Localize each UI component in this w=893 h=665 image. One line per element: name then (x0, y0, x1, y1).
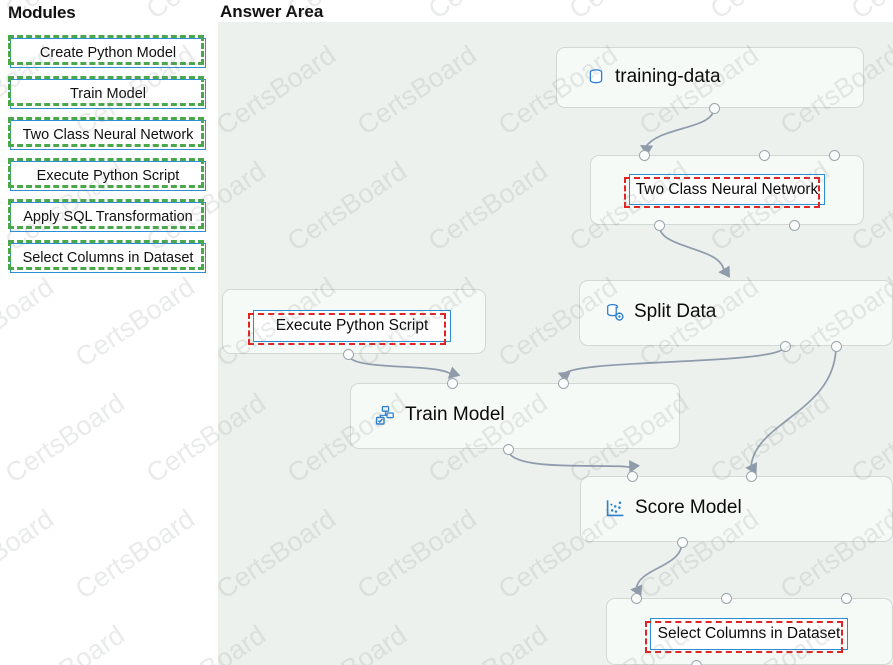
database-icon (586, 67, 606, 87)
split-data-icon (604, 302, 625, 323)
node-output-port[interactable] (690, 659, 702, 665)
module-item[interactable]: Apply SQL Transformation (8, 199, 206, 232)
node-output-port[interactable] (779, 340, 791, 352)
node-input-port[interactable] (758, 149, 770, 161)
module-item-label: Apply SQL Transformation (10, 202, 206, 232)
node-input-port[interactable] (446, 377, 458, 389)
modules-panel-title: Modules (8, 3, 76, 22)
canvas-inner: training-data Split Data Train Model Score … (218, 22, 893, 665)
node-output-port[interactable] (676, 536, 688, 548)
node-output-port[interactable] (788, 219, 800, 231)
module-item-label: Execute Python Script (10, 161, 206, 191)
canvas-node-label: Train Model (375, 404, 505, 426)
node-input-port[interactable] (626, 470, 638, 482)
node-output-port[interactable] (830, 340, 842, 352)
canvas-node-label-text: Split Data (634, 301, 717, 322)
node-output-port[interactable] (502, 443, 514, 455)
node-input-port[interactable] (720, 592, 732, 604)
dropped-chip-two-class-neural-network[interactable]: Two Class Neural Network (624, 174, 825, 208)
dropped-chip-execute-python-script[interactable]: Execute Python Script (248, 310, 451, 345)
node-output-port[interactable] (708, 102, 720, 114)
module-item[interactable]: Create Python Model (8, 35, 206, 68)
module-item[interactable]: Two Class Neural Network (8, 117, 206, 150)
canvas-node-label-text: Score Model (635, 497, 742, 518)
node-output-port[interactable] (653, 219, 665, 231)
module-item[interactable]: Execute Python Script (8, 158, 206, 191)
module-item-label: Two Class Neural Network (10, 120, 206, 150)
dropped-chip-select-columns-in-dataset[interactable]: Select Columns in Dataset (645, 618, 848, 653)
answer-area-title: Answer Area (220, 2, 324, 21)
node-input-port[interactable] (745, 470, 757, 482)
score-model-icon (605, 498, 626, 519)
dropped-chip-label: Execute Python Script (253, 310, 451, 342)
node-input-port[interactable] (840, 592, 852, 604)
modules-panel: Modules Create Python Model Train Model Tw… (0, 0, 218, 665)
module-item-label: Select Columns in Dataset (10, 243, 206, 273)
canvas-node-label: training-data (586, 66, 721, 88)
answer-area-canvas[interactable]: training-data Split Data Train Model Score … (218, 22, 893, 665)
node-input-port[interactable] (630, 592, 642, 604)
train-model-icon (375, 405, 396, 426)
canvas-node-label-text: training-data (615, 66, 721, 87)
module-item[interactable]: Train Model (8, 76, 206, 109)
node-input-port[interactable] (828, 149, 840, 161)
node-input-port[interactable] (638, 149, 650, 161)
module-item-label: Train Model (10, 79, 206, 109)
screenshot-root: Modules Create Python Model Train Model Tw… (0, 0, 893, 665)
canvas-node-label: Score Model (605, 497, 742, 519)
canvas-node-label-text: Train Model (405, 404, 505, 425)
node-output-port[interactable] (342, 348, 354, 360)
canvas-node-label: Split Data (604, 301, 716, 323)
dropped-chip-label: Two Class Neural Network (629, 174, 825, 205)
module-item[interactable]: Select Columns in Dataset (8, 240, 206, 273)
node-input-port[interactable] (557, 377, 569, 389)
dropped-chip-label: Select Columns in Dataset (650, 618, 848, 650)
module-item-label: Create Python Model (10, 38, 206, 68)
